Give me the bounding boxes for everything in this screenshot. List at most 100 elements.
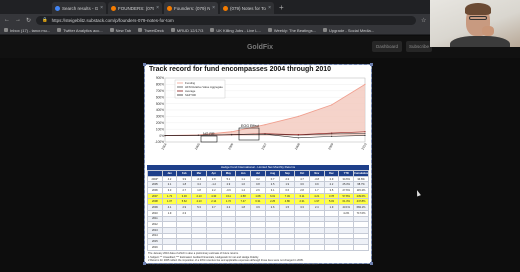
- series-point: [364, 131, 366, 133]
- tab-close-icon[interactable]: ×: [100, 5, 103, 11]
- series-point: [231, 131, 233, 133]
- bookmark-label: Weekly: The Beatings...: [273, 27, 316, 33]
- returns-table-wrap: Hedge Fund International - Limited Net M…: [147, 165, 369, 251]
- bookmark-label: UK Killing Jobs - Live L...: [216, 27, 261, 33]
- table-cell: [353, 243, 369, 251]
- series-point: [231, 133, 233, 136]
- bookmark-favicon-icon: [57, 28, 62, 32]
- y-tick-label: 500%: [156, 102, 164, 106]
- table-cell: [294, 243, 310, 251]
- x-tick-label: 2008: [294, 142, 301, 150]
- tab-title: Founders: (079) Notes for Tom: [174, 5, 211, 11]
- x-tick-label: 2007: [261, 142, 268, 150]
- x-tick-label: 2010: [361, 142, 368, 150]
- table-body: 2004* 4.2 3.9 -0.6 2.8 5.1 1.1 3.2 0.7 2.3 4.7 -0.8…: [147, 175, 369, 251]
- table-cell: [235, 243, 252, 251]
- table-cell: [220, 243, 237, 251]
- bookmark-favicon-icon: [109, 28, 114, 32]
- subscribe-button[interactable]: Subscribe: [406, 41, 432, 52]
- star-icon[interactable]: ☆: [421, 17, 426, 24]
- site-logo[interactable]: GoldFix: [247, 44, 273, 51]
- table-cell: [308, 243, 325, 251]
- table-cell: [250, 243, 266, 251]
- bookmark-item[interactable]: UK Killing Jobs - Live L...: [210, 27, 261, 33]
- series-point: [364, 132, 366, 135]
- y-tick-label: 100%: [156, 127, 164, 131]
- series-point: [297, 134, 299, 136]
- y-tick-label: 200%: [156, 121, 164, 125]
- bookmark-favicon-icon: [322, 28, 327, 32]
- series-point: [297, 115, 299, 117]
- tab-close-icon[interactable]: ×: [268, 5, 271, 11]
- table-cell: [323, 243, 340, 251]
- table-cell: [338, 243, 355, 251]
- tab-favicon-icon: [55, 5, 60, 11]
- bookmark-favicon-icon: [210, 28, 215, 32]
- bookmark-favicon-icon: [4, 28, 8, 32]
- bookmark-item[interactable]: Upgrade - Social Media...: [322, 27, 375, 33]
- bookmark-item[interactable]: Twitter Analytics acc...: [57, 27, 103, 33]
- browser-tab[interactable]: FOUNDERS: (079) Opti×: [108, 2, 162, 14]
- y-tick-label: 400%: [156, 108, 164, 112]
- webcam-person-hand: [482, 26, 494, 36]
- bookmark-item[interactable]: Weekly: The Beatings...: [267, 27, 316, 33]
- webcam-person-hair: [465, 3, 491, 15]
- dashboard-button[interactable]: Dashboard: [372, 41, 402, 52]
- lock-icon: 🔒: [42, 17, 48, 22]
- browser-tab[interactable]: Search results - Google Drive×: [52, 2, 106, 14]
- back-icon[interactable]: ←: [4, 17, 10, 23]
- browser-tab[interactable]: (079) Notes for Tom ×: [220, 2, 274, 14]
- bookmark-label: New Tab: [115, 27, 132, 33]
- footnote-line: 3 Past performance is not indicative of …: [148, 262, 319, 266]
- bookmark-item[interactable]: Inbox (17) - tancr.mu...: [4, 28, 50, 33]
- tab-favicon-icon: [167, 5, 172, 11]
- tab-favicon-icon: [223, 5, 228, 11]
- series-point: [331, 132, 333, 134]
- webcam-person-shoulders: [450, 36, 510, 47]
- table-cell: [161, 243, 178, 251]
- article-image[interactable]: Track record for fund encompasses 2004 t…: [144, 64, 372, 266]
- bookmark-label: Twitter Analytics acc...: [63, 27, 103, 33]
- table-cell: [176, 243, 193, 251]
- browser-tab-active[interactable]: Founders: (079) Notes for Tom×: [164, 2, 218, 14]
- series-point: [164, 135, 166, 137]
- tab-title: (079) Notes for Tom: [230, 5, 267, 11]
- image-title: Track record for fund encompasses 2004 t…: [149, 66, 332, 73]
- tab-favicon-icon: [111, 5, 116, 11]
- mouse-cursor-icon: [415, 189, 421, 197]
- annotation-label: EOG Effect: [241, 124, 259, 128]
- url-input[interactable]: 🔒 https://steigeblitz.substack.com/p/foun…: [36, 15, 417, 25]
- table-cell: 2016: [147, 243, 163, 251]
- performance-chart: 900%800%700%600%500%400%300%200%100%0%-1…: [155, 76, 368, 150]
- y-tick-label: 0%: [159, 134, 164, 138]
- x-tick-label: 2005: [194, 142, 201, 150]
- legend-label: S&P 500: [185, 93, 196, 97]
- new-tab-button[interactable]: +: [276, 2, 284, 14]
- series-point: [297, 137, 299, 139]
- tab-close-icon[interactable]: ×: [212, 5, 215, 11]
- series-point: [264, 124, 266, 126]
- tab-title: FOUNDERS: (079) Opti: [118, 5, 154, 11]
- bookmark-label: Inbox (17) - tancr.mu...: [10, 27, 51, 33]
- series-point: [364, 134, 366, 137]
- table-row: 2016: [147, 243, 369, 251]
- bookmark-favicon-icon: [267, 28, 272, 32]
- table-cell: [279, 243, 296, 251]
- y-tick-label: 300%: [156, 115, 164, 119]
- bookmark-item[interactable]: TweetDeck: [138, 28, 164, 33]
- annotation-label: NG RR: [203, 132, 215, 136]
- series-point: [331, 135, 333, 137]
- bookmark-item[interactable]: New Tab: [109, 27, 132, 33]
- bookmark-item[interactable]: MRUD 12/17/3: [170, 28, 203, 33]
- url-text: https://steigeblitz.substack.com/p/found…: [51, 17, 174, 23]
- bookmark-label: Upgrade - Social Media...: [328, 27, 375, 33]
- series-point: [331, 104, 333, 106]
- x-tick-label: 2006: [227, 142, 234, 150]
- footnotes: The January 2010 data of which is also a…: [148, 252, 368, 266]
- reload-icon[interactable]: ↻: [26, 17, 31, 24]
- series-point: [197, 134, 199, 137]
- forward-icon[interactable]: →: [15, 17, 21, 23]
- tab-close-icon[interactable]: ×: [156, 5, 159, 11]
- webcam-person-glasses: [469, 16, 487, 20]
- y-tick-label: 700%: [156, 89, 164, 93]
